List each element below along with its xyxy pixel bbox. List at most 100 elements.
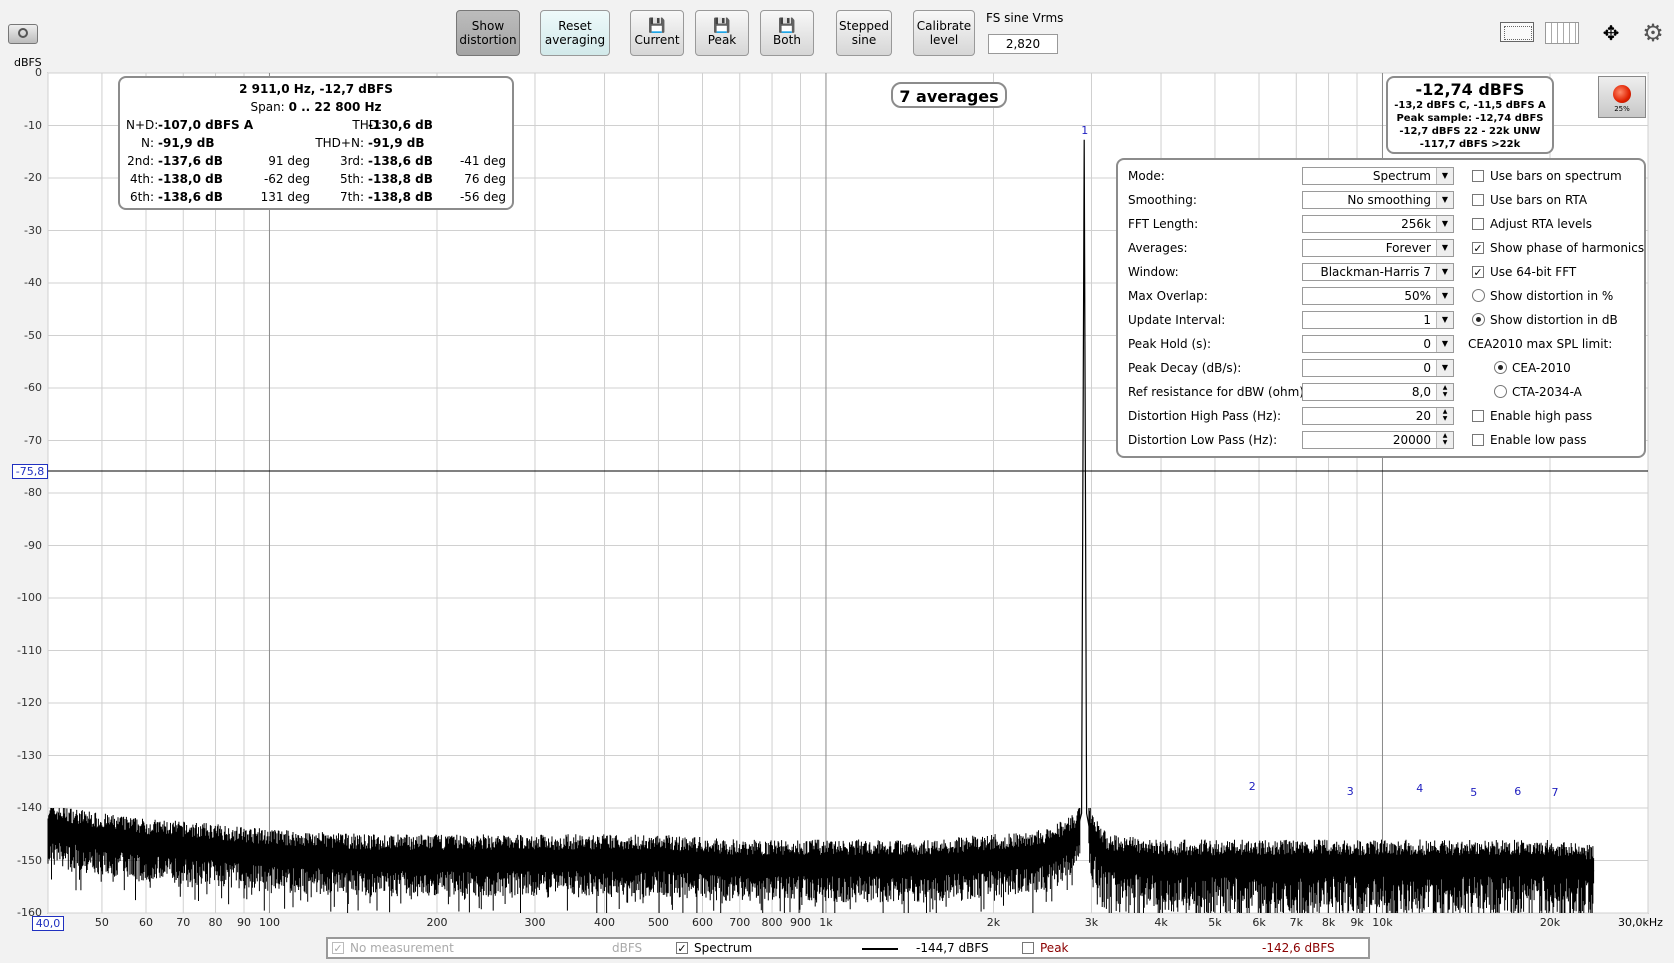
show-phase-label: Show phase of harmonics [1490, 241, 1645, 255]
x-tick-label: 100 [258, 916, 280, 929]
x-tick-label: 9k [1350, 916, 1364, 929]
h4-phase: -62 deg [263, 172, 310, 186]
x-tick-label: 60 [138, 916, 153, 929]
x-tick-label: 90 [236, 916, 251, 929]
distortion-panel: 2 911,0 Hz, -12,7 dBFS Span: 0 .. 22 800… [118, 76, 514, 210]
peak-checkbox[interactable] [1022, 942, 1034, 954]
h2-phase: 91 deg [268, 154, 310, 168]
x-tick-label: 7k [1289, 916, 1303, 929]
level-panel: -12,74 dBFS -13,2 dBFS C, -11,5 dBFS A P… [1386, 76, 1554, 154]
spinner-arrows-icon: ▲ ▼ [1436, 384, 1453, 400]
cta2034-radio[interactable] [1494, 385, 1507, 398]
x-tick-label: 1k [819, 916, 833, 929]
n-label: N: [140, 136, 154, 150]
h5-label: 5th: [340, 172, 364, 186]
low-pass-checkbox[interactable] [1472, 434, 1484, 446]
bars-spectrum-label: Use bars on spectrum [1490, 169, 1622, 183]
nd-label: N+D: [126, 118, 159, 132]
smoothing-select[interactable]: No smoothing ▼ [1302, 191, 1454, 209]
n-value: -91,9 dB [158, 136, 215, 150]
chevron-down-icon: ▼ [1436, 336, 1453, 352]
max-overlap-select[interactable]: 50% ▼ [1302, 287, 1454, 305]
mode-select[interactable]: Spectrum ▼ [1302, 167, 1454, 185]
fft-length-select[interactable]: 256k ▼ [1302, 215, 1454, 233]
level-main: -12,74 dBFS [1415, 80, 1525, 99]
spectrum-checkbox[interactable]: ✓ [676, 942, 688, 955]
harmonic-marker: 5 [1470, 785, 1478, 799]
high-pass-checkbox[interactable] [1472, 410, 1484, 422]
cea2010-radio[interactable] [1494, 361, 1507, 374]
distortion-db-label: Show distortion in dB [1490, 313, 1618, 327]
averages-select[interactable]: Forever ▼ [1302, 239, 1454, 257]
spinner-arrows-icon: ▲ ▼ [1436, 432, 1453, 448]
update-interval-label: Update Interval: [1128, 313, 1226, 327]
distortion-percent-radio[interactable] [1472, 289, 1485, 302]
peak-legend-value: -142,6 dBFS [1262, 941, 1335, 955]
x-start-box[interactable]: 40,0 [32, 916, 64, 931]
window-select[interactable]: Blackman-Harris 7 ▼ [1302, 263, 1454, 281]
x-tick-label: 500 [647, 916, 669, 929]
chevron-down-icon: ▼ [1436, 168, 1453, 184]
mode-label: Mode: [1128, 169, 1165, 183]
show-phase-checkbox[interactable]: ✓ [1472, 242, 1484, 255]
high-pass-spinner[interactable]: 20 ▲ ▼ [1302, 407, 1454, 425]
adjust-rta-label: Adjust RTA levels [1490, 217, 1592, 231]
x-tick-label: 4k [1154, 916, 1168, 929]
x-tick-label: 50 [94, 916, 109, 929]
h5-value: -138,8 dB [368, 172, 433, 186]
spinner-arrows-icon: ▲ ▼ [1436, 408, 1453, 424]
peak-decay-label: Peak Decay (dB/s): [1128, 361, 1242, 375]
record-percent: 25% [1614, 105, 1630, 113]
adjust-rta-checkbox[interactable] [1472, 218, 1484, 230]
thdn-value: -91,9 dB [368, 136, 425, 150]
level-line3: -12,7 dBFS 22 - 22k UNW [1399, 126, 1541, 137]
spectrum-legend-value: -144,7 dBFS [916, 941, 989, 955]
peak-hold-select[interactable]: 0 ▼ [1302, 335, 1454, 353]
chevron-down-icon: ▼ [1436, 216, 1453, 232]
h6-value: -138,6 dB [158, 190, 223, 204]
thdn-label: THD+N: [315, 136, 364, 150]
chevron-down-icon: ▼ [1436, 288, 1453, 304]
harmonic-marker: 7 [1551, 785, 1559, 799]
cea-limit-label: CEA2010 max SPL limit: [1468, 337, 1613, 351]
distortion-db-radio[interactable] [1472, 313, 1485, 326]
h2-label: 2nd: [127, 154, 154, 168]
record-led-icon [1613, 85, 1631, 103]
bars-rta-checkbox[interactable] [1472, 194, 1484, 206]
cursor-value-box[interactable]: -75,8 [12, 464, 48, 479]
x-tick-label: 900 [790, 916, 811, 929]
h4-value: -138,0 dB [158, 172, 223, 186]
h7-phase: -56 deg [459, 190, 506, 204]
record-button[interactable]: 25% [1598, 76, 1646, 118]
averages-badge: 7 averages [891, 82, 1007, 108]
update-interval-select[interactable]: 1 ▼ [1302, 311, 1454, 329]
legend-bar: ✓ No measurement dBFS ✓ Spectrum -144,7 … [326, 937, 1370, 959]
nd-value: -107,0 dBFS A [158, 118, 254, 132]
level-line4: -117,7 dBFS >22k [1419, 139, 1521, 150]
x-tick-label: 3k [1084, 916, 1099, 929]
low-pass-spinner[interactable]: 20000 ▲ ▼ [1302, 431, 1454, 449]
averages-label: Averages: [1128, 241, 1188, 255]
bars-spectrum-checkbox[interactable] [1472, 170, 1484, 182]
peak-decay-select[interactable]: 0 ▼ [1302, 359, 1454, 377]
chevron-down-icon: ▼ [1436, 360, 1453, 376]
distortion-title: 2 911,0 Hz, -12,7 dBFS [239, 82, 393, 96]
h6-label: 6th: [130, 190, 154, 204]
bars-rta-label: Use bars on RTA [1490, 193, 1588, 207]
no-measurement-checkbox[interactable]: ✓ [332, 942, 344, 955]
use-64bit-checkbox[interactable]: ✓ [1472, 266, 1484, 279]
fft-length-label: FFT Length: [1128, 217, 1199, 231]
h3-value: -138,6 dB [368, 154, 433, 168]
h7-label: 7th: [340, 190, 364, 204]
high-pass-label: Distortion High Pass (Hz): [1128, 409, 1282, 423]
no-measurement-label: No measurement [350, 941, 454, 955]
ref-resistance-spinner[interactable]: 8,0 ▲ ▼ [1302, 383, 1454, 401]
level-line1: -13,2 dBFS C, -11,5 dBFS A [1394, 100, 1546, 111]
use-64bit-label: Use 64-bit FFT [1490, 265, 1577, 279]
x-tick-label: 400 [594, 916, 615, 929]
x-tick-label: 2k [986, 916, 1001, 929]
x-tick-label: 80 [208, 916, 223, 929]
x-tick-label: 200 [426, 916, 448, 929]
high-pass-enable-label: Enable high pass [1490, 409, 1593, 423]
x-tick-label: 800 [761, 916, 783, 929]
